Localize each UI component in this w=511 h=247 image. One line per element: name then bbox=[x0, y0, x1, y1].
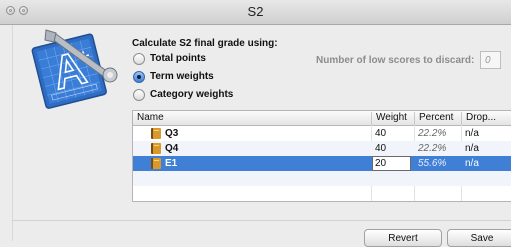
row-drop[interactable]: n/a bbox=[465, 128, 479, 139]
row-weight[interactable]: 40 bbox=[375, 143, 386, 154]
row-percent: 22.2% bbox=[418, 143, 447, 154]
row-percent: 55.6% bbox=[418, 158, 447, 169]
weight-edit-field[interactable]: 20 bbox=[372, 156, 411, 171]
row-drop[interactable]: n/a bbox=[465, 158, 479, 169]
row-name: E1 bbox=[165, 158, 178, 169]
table-row[interactable]: Q4 40 22.2% n/a bbox=[133, 141, 511, 156]
book-icon bbox=[151, 158, 161, 169]
window-title: S2 bbox=[247, 4, 264, 19]
total-points-radio[interactable] bbox=[133, 53, 145, 65]
row-drop[interactable]: n/a bbox=[465, 143, 479, 154]
discard-count-field[interactable]: 0 bbox=[480, 51, 501, 69]
book-icon bbox=[151, 128, 161, 139]
column-header-drop[interactable]: Drop... bbox=[461, 112, 511, 125]
grade-blueprint-app-icon bbox=[31, 29, 118, 109]
column-header-weight[interactable]: Weight bbox=[371, 112, 414, 125]
weights-table: Name Weight Percent Drop... Q3 40 22.2% … bbox=[132, 110, 511, 202]
revert-button[interactable]: Revert bbox=[364, 229, 442, 247]
discard-count-label: Number of low scores to discard: bbox=[316, 55, 475, 66]
term-weights-radio[interactable] bbox=[133, 71, 145, 83]
book-icon bbox=[151, 143, 161, 154]
column-header-percent[interactable]: Percent bbox=[414, 112, 461, 125]
table-row-selected[interactable]: E1 20 55.6% n/a bbox=[133, 156, 511, 171]
category-weights-radio[interactable] bbox=[133, 89, 145, 101]
category-weights-label: Category weights bbox=[150, 89, 234, 100]
row-percent: 22.2% bbox=[418, 128, 447, 139]
row-name: Q3 bbox=[165, 128, 179, 139]
column-header-name[interactable]: Name bbox=[133, 112, 371, 125]
save-button[interactable]: Save bbox=[447, 229, 511, 247]
row-name: Q4 bbox=[165, 143, 179, 154]
table-row-empty bbox=[133, 186, 511, 201]
total-points-label: Total points bbox=[150, 53, 206, 64]
sidebar-divider bbox=[0, 25, 13, 241]
row-weight[interactable]: 40 bbox=[375, 128, 386, 139]
footer-divider bbox=[12, 220, 511, 221]
title-bar: S2 bbox=[0, 0, 511, 25]
table-row-empty bbox=[133, 171, 511, 186]
calculation-heading: Calculate S2 final grade using: bbox=[132, 38, 278, 49]
table-row[interactable]: Q3 40 22.2% n/a bbox=[133, 126, 511, 141]
term-weights-label: Term weights bbox=[150, 71, 214, 82]
table-header: Name Weight Percent Drop... bbox=[133, 111, 511, 126]
